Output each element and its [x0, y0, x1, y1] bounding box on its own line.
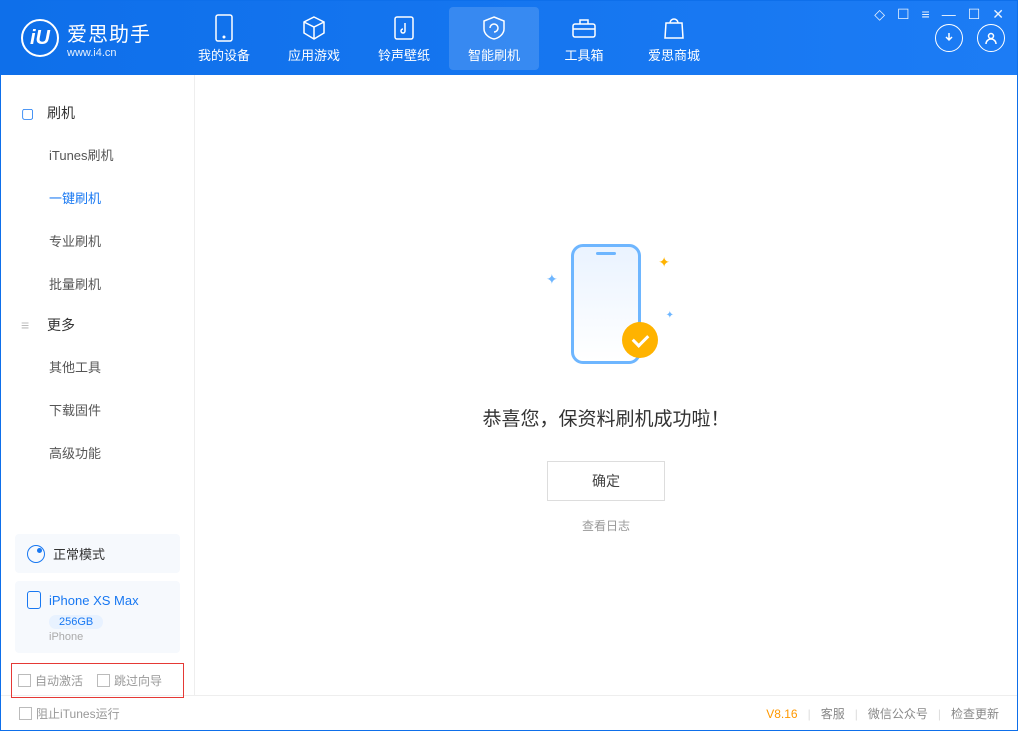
logo-icon: iU — [21, 19, 59, 57]
top-nav: 我的设备 应用游戏 铃声壁纸 智能刷机 工具箱 爱思商城 — [179, 7, 719, 70]
menu-icon[interactable]: ≡ — [922, 6, 930, 23]
app-name: 爱思助手 — [67, 18, 151, 47]
download-button[interactable] — [935, 24, 963, 52]
feedback-icon[interactable]: ☐ — [897, 6, 910, 23]
phone-icon: ▢ — [21, 105, 37, 122]
device-small-icon — [27, 591, 41, 609]
sidebar: ▢ 刷机 iTunes刷机 一键刷机 专业刷机 批量刷机 ≡ 更多 其他工具 下… — [1, 75, 195, 695]
device-icon — [179, 13, 269, 43]
sidebar-item-download-firmware[interactable]: 下载固件 — [1, 388, 194, 431]
mode-label: 正常模式 — [53, 544, 105, 563]
group-more: ≡ 更多 — [1, 305, 194, 345]
bag-icon — [629, 13, 719, 43]
nav-ringtone-wallpaper[interactable]: 铃声壁纸 — [359, 7, 449, 70]
header: iU 爱思助手 www.i4.cn 我的设备 应用游戏 铃声壁纸 智能刷机 工具… — [1, 1, 1017, 75]
footer-link-wechat[interactable]: 微信公众号 — [868, 705, 928, 722]
success-message: 恭喜您，保资料刷机成功啦！ — [482, 404, 729, 431]
group-flash: ▢ 刷机 — [1, 93, 194, 133]
user-button[interactable] — [977, 24, 1005, 52]
highlighted-options: 自动激活 跳过向导 — [11, 663, 184, 698]
nav-my-device[interactable]: 我的设备 — [179, 7, 269, 70]
success-illustration: ✦✦✦ — [536, 236, 676, 376]
nav-store[interactable]: 爱思商城 — [629, 7, 719, 70]
nav-toolbox[interactable]: 工具箱 — [539, 7, 629, 70]
nav-apps-games[interactable]: 应用游戏 — [269, 7, 359, 70]
main-content: ✦✦✦ 恭喜您，保资料刷机成功啦！ 确定 查看日志 — [195, 75, 1017, 695]
minimize-icon[interactable]: — — [942, 6, 956, 23]
device-box[interactable]: iPhone XS Max 256GB iPhone — [15, 581, 180, 653]
skin-icon[interactable]: ◇ — [874, 6, 885, 23]
sidebar-item-onekey-flash[interactable]: 一键刷机 — [1, 176, 194, 219]
ok-button[interactable]: 确定 — [547, 461, 665, 501]
list-icon: ≡ — [21, 317, 37, 333]
sidebar-item-itunes-flash[interactable]: iTunes刷机 — [1, 133, 194, 176]
checkbox-block-itunes[interactable]: 阻止iTunes运行 — [19, 705, 120, 722]
sidebar-item-pro-flash[interactable]: 专业刷机 — [1, 219, 194, 262]
footer-link-update[interactable]: 检查更新 — [951, 705, 999, 722]
logo[interactable]: iU 爱思助手 www.i4.cn — [21, 18, 151, 59]
view-log-link[interactable]: 查看日志 — [582, 517, 630, 534]
checkbox-skip-guide[interactable]: 跳过向导 — [97, 672, 162, 689]
maximize-icon[interactable]: ☐ — [968, 6, 981, 23]
checkbox-auto-activate[interactable]: 自动激活 — [18, 672, 83, 689]
music-file-icon — [359, 13, 449, 43]
check-badge-icon — [622, 322, 658, 358]
device-name: iPhone XS Max — [49, 593, 139, 608]
app-url: www.i4.cn — [67, 47, 151, 59]
footer: 阻止iTunes运行 V8.16 | 客服 | 微信公众号 | 检查更新 — [1, 695, 1017, 731]
toolbox-icon — [539, 13, 629, 43]
mode-icon — [27, 545, 45, 563]
version-label: V8.16 — [766, 707, 797, 721]
footer-link-support[interactable]: 客服 — [821, 705, 845, 722]
window-controls: ◇ ☐ ≡ — ☐ ✕ — [874, 6, 1004, 23]
device-capacity: 256GB — [49, 615, 103, 629]
sidebar-item-advanced[interactable]: 高级功能 — [1, 431, 194, 474]
mode-box[interactable]: 正常模式 — [15, 534, 180, 573]
sidebar-item-other-tools[interactable]: 其他工具 — [1, 345, 194, 388]
device-type: iPhone — [49, 631, 168, 643]
sidebar-item-batch-flash[interactable]: 批量刷机 — [1, 262, 194, 305]
close-icon[interactable]: ✕ — [992, 6, 1004, 23]
nav-smart-flash[interactable]: 智能刷机 — [449, 7, 539, 70]
cube-icon — [269, 13, 359, 43]
refresh-shield-icon — [449, 13, 539, 43]
